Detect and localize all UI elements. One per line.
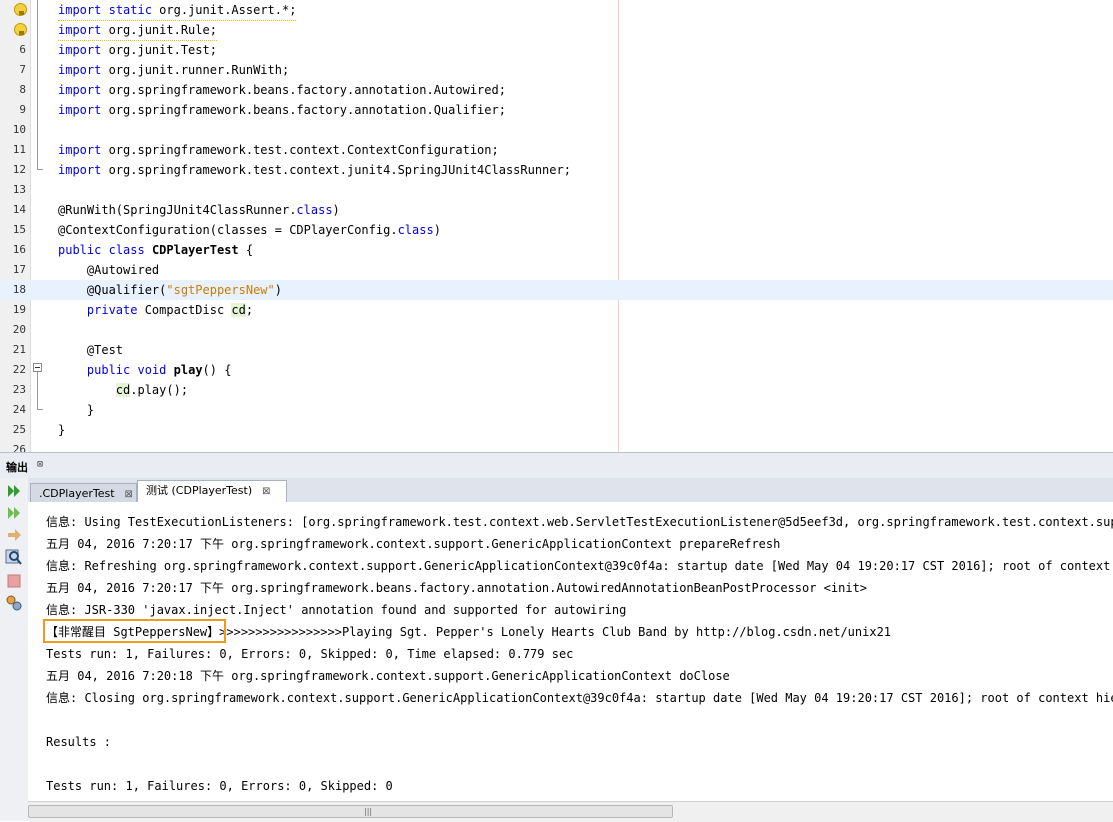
horizontal-scrollbar[interactable]: ||| bbox=[28, 801, 1113, 822]
code-line: 26 bbox=[0, 440, 1113, 452]
line-number: 14 bbox=[12, 203, 26, 216]
scrollbar-grip-icon: ||| bbox=[364, 807, 373, 816]
line-number: 16 bbox=[12, 243, 26, 256]
rerun-icon[interactable] bbox=[5, 482, 23, 500]
code-text: @ContextConfiguration(classes = CDPlayer… bbox=[58, 223, 441, 237]
line-number: 24 bbox=[12, 403, 26, 416]
console-line: 五月 04, 2016 7:20:18 下午 org.springframewo… bbox=[46, 669, 730, 683]
code-line: 25} bbox=[0, 420, 1113, 440]
line-number: 21 bbox=[12, 343, 26, 356]
code-text: } bbox=[58, 403, 95, 417]
code-line: 22 public void play() { bbox=[0, 360, 1113, 380]
line-number: 9 bbox=[19, 103, 26, 116]
tab-test-cdplayertest[interactable]: 测试 (CDPlayerTest) ⊠ bbox=[137, 480, 287, 502]
output-panel-title: 输出 bbox=[6, 461, 28, 474]
code-line: 21 @Test bbox=[0, 340, 1113, 360]
highlight-box bbox=[43, 619, 226, 643]
warning-bulb-icon[interactable] bbox=[14, 23, 27, 36]
console-line: Tests run: 1, Failures: 0, Errors: 0, Sk… bbox=[46, 779, 393, 793]
warning-bulb-icon[interactable] bbox=[14, 3, 27, 16]
code-line: 17 @Autowired bbox=[0, 260, 1113, 280]
code-text: import static org.junit.Assert.*; bbox=[58, 0, 297, 21]
code-text: import org.junit.Rule; bbox=[58, 20, 217, 41]
code-editor[interactable]: import static org.junit.Assert.*; import … bbox=[0, 0, 1113, 452]
code-line: 19 private CompactDisc cd; bbox=[0, 300, 1113, 320]
code-line: 20 bbox=[0, 320, 1113, 340]
code-text: import org.springframework.test.context.… bbox=[58, 143, 499, 157]
console-line: 五月 04, 2016 7:20:17 下午 org.springframewo… bbox=[46, 581, 868, 595]
console-line: Results : bbox=[46, 735, 112, 749]
code-line: 8 import org.springframework.beans.factor… bbox=[0, 80, 1113, 100]
line-number: 20 bbox=[12, 323, 26, 336]
output-tab-bar: .CDPlayerTest ⊠ 测试 (CDPlayerTest) ⊠ bbox=[28, 478, 1113, 503]
search-icon[interactable] bbox=[5, 548, 23, 566]
code-text: import org.springframework.test.context.… bbox=[58, 163, 571, 177]
line-number: 10 bbox=[12, 123, 26, 136]
code-text: private CompactDisc cd; bbox=[86, 303, 254, 317]
line-number: 6 bbox=[19, 43, 26, 56]
line-number: 23 bbox=[12, 383, 26, 396]
console-line: 信息: Using TestExecutionListeners: [org.s… bbox=[46, 515, 1113, 529]
scrollbar-thumb[interactable]: ||| bbox=[28, 805, 673, 818]
line-number: 13 bbox=[12, 183, 26, 196]
code-text: @Test bbox=[58, 343, 124, 357]
tab-label: 测试 (CDPlayerTest) bbox=[146, 484, 253, 497]
output-panel-close-icon[interactable]: ⊠ bbox=[37, 459, 43, 470]
line-number: 11 bbox=[12, 143, 26, 156]
console-output[interactable]: 信息: Using TestExecutionListeners: [org.s… bbox=[28, 502, 1113, 801]
line-number: 26 bbox=[12, 443, 26, 452]
console-line: 五月 04, 2016 7:20:17 下午 org.springframewo… bbox=[46, 537, 781, 551]
code-text: public void play() { bbox=[86, 363, 232, 377]
code-line: import org.junit.Rule; bbox=[0, 20, 1113, 41]
line-number: 12 bbox=[12, 163, 26, 176]
tab-close-icon[interactable]: ⊠ bbox=[125, 489, 133, 500]
code-line: import static org.junit.Assert.*; bbox=[0, 0, 1113, 21]
line-number: 22 bbox=[12, 363, 26, 376]
settings-icon[interactable] bbox=[5, 594, 23, 612]
stop-icon[interactable] bbox=[5, 572, 23, 590]
code-line: 9 import org.springframework.beans.factor… bbox=[0, 100, 1113, 120]
tab-cdplayertest[interactable]: .CDPlayerTest ⊠ bbox=[30, 483, 137, 502]
code-line: 18 @Qualifier("sgtPeppersNew") bbox=[0, 280, 1113, 300]
line-number: 7 bbox=[19, 63, 26, 76]
line-number: 19 bbox=[12, 303, 26, 316]
line-number: 18 bbox=[12, 283, 26, 296]
code-line: 12 import org.springframework.test.contex… bbox=[0, 160, 1113, 180]
code-line: 24 } bbox=[0, 400, 1113, 420]
code-text: @RunWith(SpringJUnit4ClassRunner.class) bbox=[58, 203, 340, 217]
code-text: public class CDPlayerTest { bbox=[58, 243, 254, 257]
console-line: 信息: JSR-330 'javax.inject.Inject' annota… bbox=[46, 603, 627, 617]
code-text: import org.junit.runner.RunWith; bbox=[58, 63, 290, 77]
code-text: import org.springframework.beans.factory… bbox=[58, 83, 506, 97]
code-line: 15 @ContextConfiguration(classes = CDPlay… bbox=[0, 220, 1113, 240]
code-line: 14 @RunWith(SpringJUnit4ClassRunner.class… bbox=[0, 200, 1113, 220]
code-line: 13 bbox=[0, 180, 1113, 200]
line-number: 8 bbox=[19, 83, 26, 96]
code-text: import org.junit.Test; bbox=[58, 43, 217, 57]
output-panel-header: 输出 ⊠ bbox=[0, 452, 1113, 480]
code-text: @Autowired bbox=[58, 263, 160, 277]
console-line: Tests run: 1, Failures: 0, Errors: 0, Sk… bbox=[46, 647, 574, 661]
line-number: 15 bbox=[12, 223, 26, 236]
code-line: 6 import org.junit.Test; bbox=[0, 40, 1113, 60]
line-number: 17 bbox=[12, 263, 26, 276]
tab-label: .CDPlayerTest bbox=[39, 487, 115, 500]
code-line: 16 public class CDPlayerTest { bbox=[0, 240, 1113, 260]
output-toolbar bbox=[0, 478, 29, 821]
code-text: @Qualifier("sgtPeppersNew") bbox=[58, 283, 282, 297]
code-line: 11 import org.springframework.test.contex… bbox=[0, 140, 1113, 160]
code-line: 10 bbox=[0, 120, 1113, 140]
rerun-with-options-icon[interactable] bbox=[5, 504, 23, 522]
console-line: 信息: Refreshing org.springframework.conte… bbox=[46, 559, 1113, 573]
line-number: 25 bbox=[12, 423, 26, 436]
tab-close-icon[interactable]: ⊠ bbox=[262, 486, 270, 497]
code-line: 23 cd.play(); bbox=[0, 380, 1113, 400]
code-text: cd.play(); bbox=[115, 383, 189, 397]
step-arrow-icon[interactable] bbox=[5, 526, 23, 544]
console-line: 信息: Closing org.springframework.context.… bbox=[46, 691, 1113, 705]
code-text: } bbox=[58, 423, 66, 437]
code-line: 7 import org.junit.runner.RunWith; bbox=[0, 60, 1113, 80]
code-text: import org.springframework.beans.factory… bbox=[58, 103, 506, 117]
